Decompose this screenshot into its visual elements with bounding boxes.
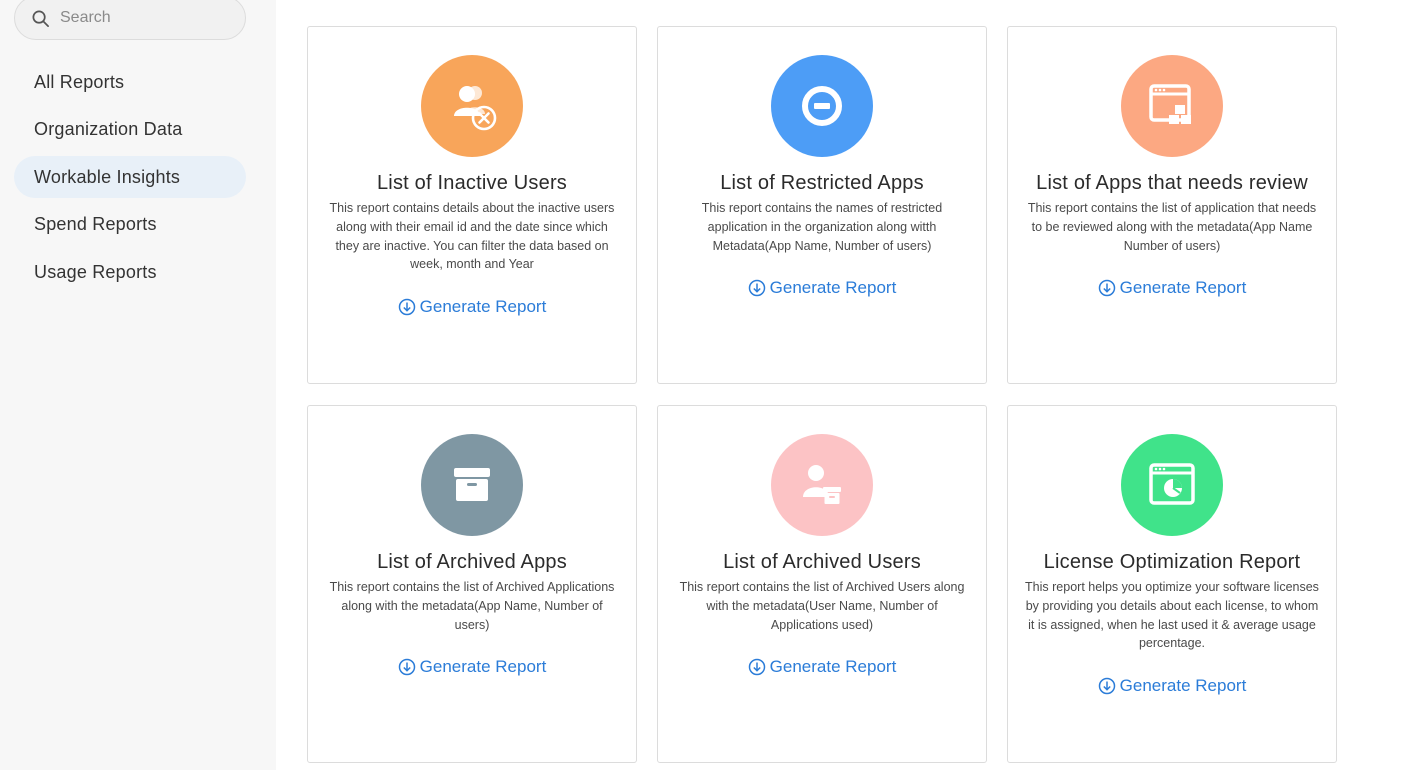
report-card-restricted-apps: List of Restricted Apps This report cont… bbox=[657, 26, 987, 384]
download-circle-icon bbox=[748, 659, 765, 676]
report-description: This report contains the list of Archive… bbox=[679, 580, 965, 632]
generate-report-label: Generate Report bbox=[769, 278, 897, 298]
download-circle-icon bbox=[748, 280, 765, 297]
users-remove-icon bbox=[454, 86, 497, 131]
sidebar-item-all-reports[interactable]: All Reports bbox=[14, 61, 246, 103]
sidebar-item-spend-reports[interactable]: Spend Reports bbox=[14, 204, 246, 246]
generate-report-button[interactable]: Generate Report bbox=[1098, 278, 1247, 298]
generate-report-button[interactable]: Generate Report bbox=[748, 657, 897, 677]
generate-report-button[interactable]: Generate Report bbox=[1098, 676, 1247, 696]
report-icon-circle bbox=[421, 434, 523, 536]
report-icon-circle bbox=[1121, 55, 1223, 157]
report-description: This report contains the list of applica… bbox=[1027, 201, 1317, 253]
report-icon-circle bbox=[771, 55, 873, 157]
report-card-license-optimization: License Optimization Report This report … bbox=[1007, 405, 1337, 763]
generate-report-label: Generate Report bbox=[419, 297, 547, 317]
report-description: This report contains the names of restri… bbox=[701, 201, 943, 253]
report-title: License Optimization Report bbox=[1043, 551, 1301, 573]
report-card-archived-users: List of Archived Users This report conta… bbox=[657, 405, 987, 763]
report-card-apps-review: List of Apps that needs review This repo… bbox=[1007, 26, 1337, 384]
archive-box-icon bbox=[454, 468, 490, 501]
report-description: This report contains details about the i… bbox=[329, 201, 615, 272]
generate-report-button[interactable]: Generate Report bbox=[398, 297, 547, 317]
report-title: List of Archived Apps bbox=[377, 551, 567, 573]
report-description: This report helps you optimize your soft… bbox=[1025, 580, 1319, 651]
generate-report-label: Generate Report bbox=[1119, 676, 1247, 696]
generate-report-button[interactable]: Generate Report bbox=[398, 657, 547, 677]
generate-report-label: Generate Report bbox=[769, 657, 897, 677]
report-title: List of Inactive Users bbox=[376, 172, 568, 194]
report-icon-circle bbox=[771, 434, 873, 536]
sidebar: All Reports Organization Data Workable I… bbox=[0, 0, 276, 770]
report-title: List of Archived Users bbox=[723, 551, 921, 573]
search-box[interactable] bbox=[14, 0, 246, 40]
license-chart-icon bbox=[1149, 463, 1195, 505]
generate-report-label: Generate Report bbox=[419, 657, 547, 677]
search-icon bbox=[32, 10, 49, 27]
report-icon-circle bbox=[1121, 434, 1223, 536]
app-window-review-icon bbox=[1149, 84, 1191, 124]
report-description: This report contains the list of Archive… bbox=[329, 580, 615, 632]
restricted-icon bbox=[802, 86, 842, 126]
download-circle-icon bbox=[398, 659, 415, 676]
download-circle-icon bbox=[1098, 280, 1115, 297]
generate-report-label: Generate Report bbox=[1119, 278, 1247, 298]
sidebar-item-organization-data[interactable]: Organization Data bbox=[14, 109, 246, 151]
sidebar-item-workable-insights[interactable]: Workable Insights bbox=[14, 156, 246, 198]
report-card-inactive-users: List of Inactive Users This report conta… bbox=[307, 26, 637, 384]
archived-user-icon bbox=[803, 465, 841, 504]
report-icon-circle bbox=[421, 55, 523, 157]
report-title: List of Restricted Apps bbox=[720, 172, 924, 194]
generate-report-button[interactable]: Generate Report bbox=[748, 278, 897, 298]
download-circle-icon bbox=[398, 298, 415, 316]
report-card-archived-apps: List of Archived Apps This report contai… bbox=[307, 405, 637, 763]
report-title: List of Apps that needs review bbox=[1036, 172, 1308, 194]
sidebar-item-usage-reports[interactable]: Usage Reports bbox=[14, 251, 246, 293]
search-input[interactable] bbox=[60, 9, 230, 27]
sidebar-nav: All Reports Organization Data Workable I… bbox=[14, 61, 246, 299]
download-circle-icon bbox=[1098, 677, 1115, 695]
